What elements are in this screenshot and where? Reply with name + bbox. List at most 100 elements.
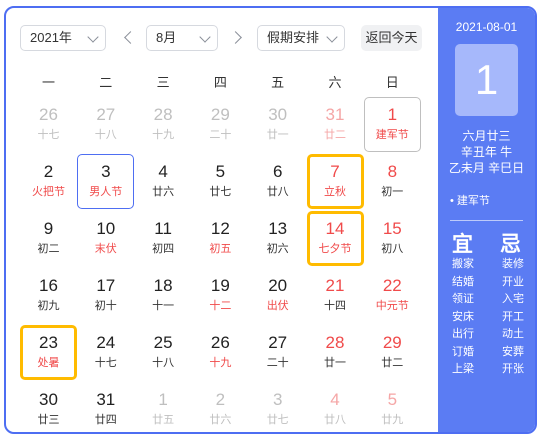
day-cell[interactable]: 10 末伏 xyxy=(77,211,134,266)
day-cell[interactable]: 4 廿六 xyxy=(135,154,192,209)
day-cell[interactable]: 27 二十 xyxy=(249,325,306,380)
day-cell[interactable]: 20 出伏 xyxy=(249,268,306,323)
lunar-day-label: 初四 xyxy=(152,243,175,255)
day-cell[interactable]: 24 十七 xyxy=(77,325,134,380)
day-cell[interactable]: 6 廿八 xyxy=(249,154,306,209)
chevron-down-icon xyxy=(87,31,99,43)
month-select[interactable]: 8月 xyxy=(146,25,218,51)
lunar-day-label: 廿六 xyxy=(209,414,232,426)
weekday-label: 日 xyxy=(385,75,399,90)
lunar-day-label: 初十 xyxy=(94,300,117,312)
day-cell[interactable]: 26 十七 xyxy=(20,97,77,152)
day-number: 23 xyxy=(39,333,58,352)
day-cell[interactable]: 23 处暑 xyxy=(20,325,77,380)
day-number: 30 xyxy=(268,105,288,124)
day-number: 24 xyxy=(96,333,116,352)
year-select[interactable]: 2021年 xyxy=(20,25,106,51)
day-cell[interactable]: 30 廿三 xyxy=(20,382,77,432)
day-number: 14 xyxy=(325,219,345,238)
holiday-select[interactable]: 假期安排 xyxy=(257,25,345,51)
day-cell[interactable]: 3 廿七 xyxy=(249,382,306,432)
lunar-year: 辛丑年 牛 xyxy=(460,145,513,159)
day-detail-panel: 2021-08-01 1 六月廿三 辛丑年 牛 乙未月 辛巳日 • 建军节 宜 … xyxy=(438,8,535,432)
day-number: 29 xyxy=(210,105,230,124)
day-cell[interactable]: 7 立秋 xyxy=(306,154,364,209)
day-number: 17 xyxy=(96,276,116,295)
day-cell[interactable]: 26 十九 xyxy=(192,325,249,380)
festival-label: • 建军节 xyxy=(450,195,490,207)
day-cell[interactable]: 14 七夕节 xyxy=(306,211,364,266)
day-cell[interactable]: 30 廿一 xyxy=(249,97,306,152)
day-cell[interactable]: 5 廿七 xyxy=(192,154,249,209)
weekday-label: 六 xyxy=(328,75,342,90)
day-cell[interactable]: 2 火把节 xyxy=(20,154,77,209)
day-number: 11 xyxy=(154,219,172,238)
prev-month-icon[interactable] xyxy=(124,31,137,44)
ji-activity: 安葬 xyxy=(502,345,524,358)
yi-activity: 领证 xyxy=(452,293,474,305)
lunar-day-label: 廿九 xyxy=(381,414,404,426)
day-cell[interactable]: 28 十九 xyxy=(135,97,192,152)
day-cell[interactable]: 19 十二 xyxy=(192,268,249,323)
day-number: 4 xyxy=(330,390,340,409)
lunar-day-label: 廿七 xyxy=(266,414,289,426)
lunar-day-label: 出伏 xyxy=(266,300,289,312)
day-cell[interactable]: 12 初五 xyxy=(192,211,249,266)
lunar-day-label: 十二 xyxy=(209,300,232,312)
yi-activity: 出行 xyxy=(452,328,474,340)
back-to-today-button[interactable]: 返回今天 xyxy=(361,25,422,51)
day-number: 2 xyxy=(43,162,54,181)
day-cell[interactable]: 29 二十 xyxy=(192,97,249,152)
day-cell[interactable]: 13 初六 xyxy=(249,211,306,266)
day-cell[interactable]: 4 廿八 xyxy=(307,382,364,432)
weekday-header: 一二三四五六日 xyxy=(20,72,426,92)
day-cell[interactable]: 11 初四 xyxy=(135,211,192,266)
weekday-label: 三 xyxy=(156,75,170,90)
ji-activity: 开工 xyxy=(502,310,524,323)
day-cell[interactable]: 1 廿五 xyxy=(135,382,192,432)
day-cell[interactable]: 22 中元节 xyxy=(364,268,421,323)
yi-activity: 安床 xyxy=(452,310,474,323)
lunar-day-label: 七夕节 xyxy=(318,243,352,255)
day-cell[interactable]: 15 初八 xyxy=(364,211,421,266)
yi-activity: 上梁 xyxy=(452,363,474,375)
day-number: 21 xyxy=(325,276,345,295)
lunar-day-label: 火把节 xyxy=(32,186,65,198)
lunar-day-label: 立秋 xyxy=(324,186,346,198)
lunar-day-label: 男人节 xyxy=(89,186,123,198)
day-number: 9 xyxy=(43,219,54,238)
ji-activity: 开业 xyxy=(502,275,524,288)
day-number: 16 xyxy=(39,276,58,295)
next-month-icon[interactable] xyxy=(229,31,242,44)
day-cell[interactable]: 5 廿九 xyxy=(364,382,421,432)
day-cell[interactable]: 3 男人节 xyxy=(77,154,135,209)
day-number: 25 xyxy=(153,333,173,352)
day-number: 19 xyxy=(210,276,230,295)
lunar-day-label: 初六 xyxy=(266,243,289,255)
lunar-day-label: 廿三 xyxy=(37,414,60,426)
day-cell[interactable]: 29 廿二 xyxy=(364,325,421,380)
day-cell[interactable]: 28 廿一 xyxy=(307,325,364,380)
lunar-day-label: 廿二 xyxy=(324,129,346,141)
day-cell[interactable]: 25 十八 xyxy=(135,325,192,380)
day-number: 13 xyxy=(268,219,288,238)
lunar-day-label: 初五 xyxy=(209,243,232,255)
day-cell[interactable]: 16 初九 xyxy=(20,268,77,323)
day-cell[interactable]: 9 初二 xyxy=(20,211,77,266)
year-select-value: 2021年 xyxy=(30,30,72,45)
day-cell[interactable]: 31 廿四 xyxy=(77,382,134,432)
ji-activity: 动土 xyxy=(502,328,524,340)
yi-activity: 搬家 xyxy=(452,258,474,270)
day-cell[interactable]: 17 初十 xyxy=(77,268,134,323)
day-cell[interactable]: 8 初一 xyxy=(364,154,421,209)
selected-day-number: 1 xyxy=(455,44,518,116)
day-cell[interactable]: 1 建军节 xyxy=(363,97,421,152)
day-number: 26 xyxy=(210,333,230,352)
day-cell[interactable]: 18 十一 xyxy=(135,268,192,323)
lunar-day-label: 廿八 xyxy=(266,186,289,198)
day-cell[interactable]: 27 十八 xyxy=(77,97,134,152)
yi-activity: 结婚 xyxy=(452,275,474,288)
day-cell[interactable]: 21 十四 xyxy=(307,268,364,323)
day-cell[interactable]: 31 廿二 xyxy=(307,97,364,152)
day-cell[interactable]: 2 廿六 xyxy=(192,382,249,432)
